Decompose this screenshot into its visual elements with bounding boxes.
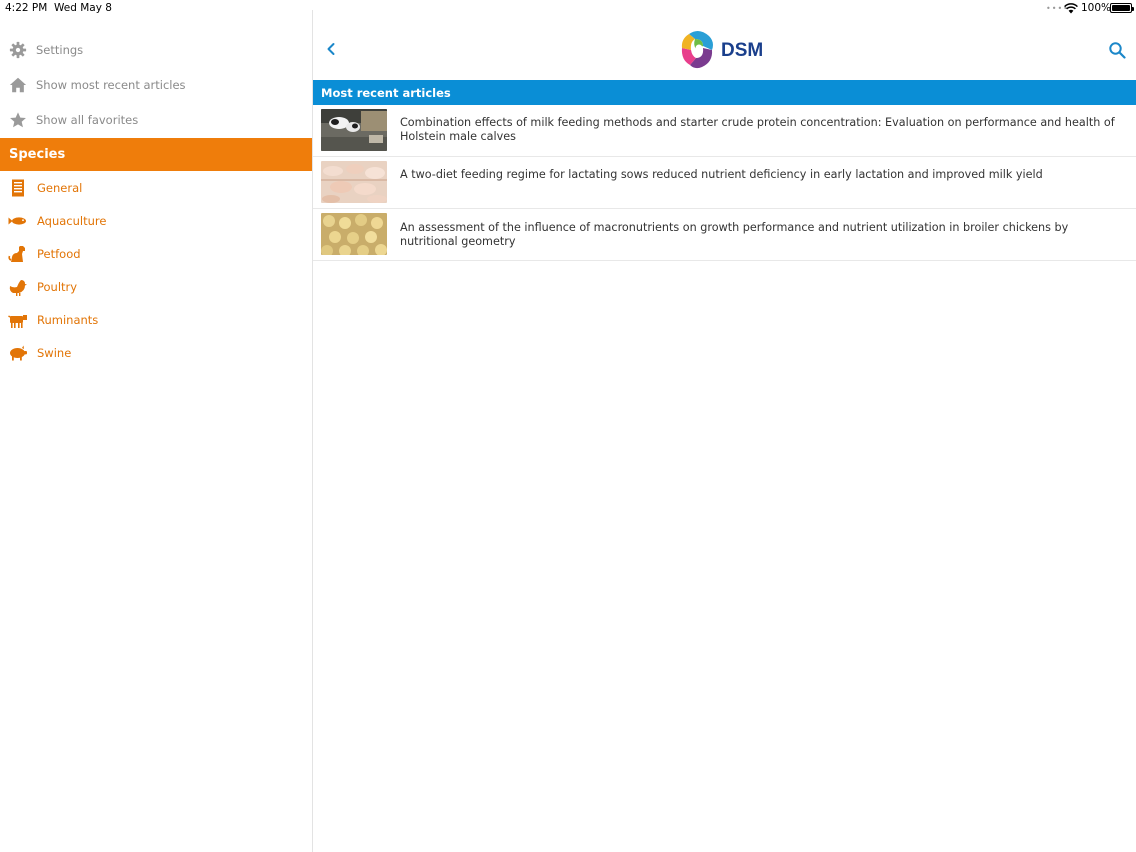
pig-icon bbox=[10, 345, 27, 360]
battery-icon bbox=[1110, 3, 1134, 13]
sidebar-item-petfood[interactable]: Petfood bbox=[0, 237, 312, 270]
section-title: Most recent articles bbox=[313, 80, 1136, 105]
search-icon[interactable] bbox=[1108, 41, 1126, 59]
sidebar-item-label: Aquaculture bbox=[37, 213, 107, 228]
document-icon bbox=[12, 179, 24, 196]
sidebar: Settings Show most recent articles Show … bbox=[0, 18, 312, 852]
sidebar-item-aquaculture[interactable]: Aquaculture bbox=[0, 204, 312, 237]
status-date: Wed May 8 bbox=[54, 2, 112, 14]
back-chevron-icon[interactable] bbox=[323, 40, 339, 58]
article-title: Combination effects of milk feeding meth… bbox=[400, 116, 1115, 143]
chicken-icon bbox=[9, 279, 28, 296]
article-row[interactable]: A two-diet feeding regime for lactating … bbox=[313, 157, 1136, 209]
article-thumbnail bbox=[321, 109, 387, 151]
gear-icon bbox=[9, 41, 27, 59]
sidebar-item-general[interactable]: General bbox=[0, 171, 312, 204]
battery-percentage: 100% bbox=[1081, 2, 1112, 14]
article-thumbnail bbox=[321, 161, 387, 203]
status-bar: 4:22 PM Wed May 8 •••• 100% bbox=[0, 0, 1136, 18]
cow-icon bbox=[8, 314, 27, 328]
article-title: A two-diet feeding regime for lactating … bbox=[400, 168, 1043, 181]
article-thumbnail bbox=[321, 213, 387, 255]
star-icon bbox=[10, 112, 26, 128]
sidebar-item-label: Settings bbox=[36, 43, 84, 57]
sidebar-item-poultry[interactable]: Poultry bbox=[0, 270, 312, 303]
sidebar-item-label: Poultry bbox=[37, 279, 78, 294]
wifi-icon bbox=[1064, 3, 1078, 14]
sidebar-item-label: Show most recent articles bbox=[36, 78, 186, 92]
sidebar-item-favorites[interactable]: Show all favorites bbox=[0, 103, 312, 137]
main-panel: DSM Most recent articles Combination eff… bbox=[313, 18, 1136, 852]
sidebar-item-settings[interactable]: Settings bbox=[0, 33, 312, 67]
status-time: 4:22 PM bbox=[5, 2, 48, 14]
sidebar-item-label: Ruminants bbox=[37, 312, 99, 327]
svg-text:DSM: DSM bbox=[721, 40, 763, 61]
fish-icon bbox=[8, 216, 26, 225]
article-row[interactable]: An assessment of the influence of macron… bbox=[313, 209, 1136, 261]
sidebar-item-label: General bbox=[37, 180, 83, 195]
sidebar-item-label: Show all favorites bbox=[36, 113, 139, 127]
dog-icon bbox=[8, 245, 25, 262]
sidebar-item-recent-articles[interactable]: Show most recent articles bbox=[0, 68, 312, 102]
article-row[interactable]: Combination effects of milk feeding meth… bbox=[313, 105, 1136, 157]
sidebar-item-ruminants[interactable]: Ruminants bbox=[0, 303, 312, 336]
article-title: An assessment of the influence of macron… bbox=[400, 221, 1069, 248]
home-icon bbox=[9, 77, 27, 93]
sidebar-item-label: Swine bbox=[37, 345, 72, 360]
dsm-logo-mark-icon bbox=[681, 30, 713, 69]
species-header: Species bbox=[0, 138, 312, 171]
dsm-logo: DSM bbox=[679, 28, 771, 72]
sidebar-item-label: Petfood bbox=[37, 246, 81, 261]
sidebar-item-swine[interactable]: Swine bbox=[0, 336, 312, 369]
